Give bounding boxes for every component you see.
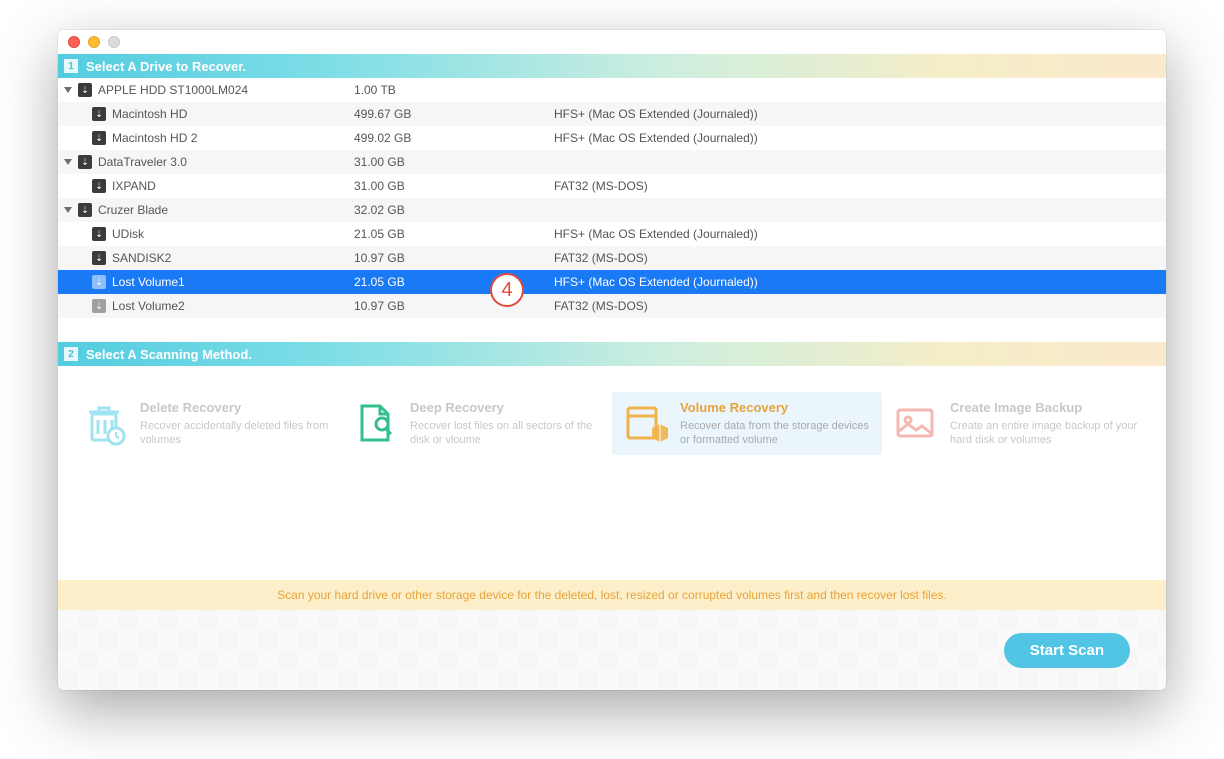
method-desc: Recover data from the storage devices or… bbox=[680, 419, 872, 447]
drive-icon: ⇣ bbox=[92, 275, 106, 289]
app-window: 1 Select A Drive to Recover. ⇣ APPLE HDD … bbox=[58, 30, 1166, 690]
drive-filesystem: FAT32 (MS-DOS) bbox=[554, 251, 1166, 265]
hint-bar: Scan your hard drive or other storage de… bbox=[58, 580, 1166, 610]
section-title-1: Select A Drive to Recover. bbox=[86, 59, 246, 74]
section-method-header: 2 Select A Scanning Method. bbox=[58, 342, 1166, 366]
method-deep-recovery[interactable]: Deep Recovery Recover lost files on all … bbox=[342, 392, 612, 455]
minimize-icon[interactable] bbox=[88, 36, 100, 48]
drive-icon: ⇣ bbox=[92, 107, 106, 121]
drive-row[interactable]: ⇣ SANDISK2 10.97 GBFAT32 (MS-DOS) bbox=[58, 246, 1166, 270]
spacer bbox=[58, 318, 1166, 342]
trash-icon bbox=[82, 400, 128, 446]
start-scan-button[interactable]: Start Scan bbox=[1004, 633, 1130, 668]
drive-list: ⇣ APPLE HDD ST1000LM024 1.00 TB ⇣ Macintosh … bbox=[58, 78, 1166, 318]
drive-size: 31.00 GB bbox=[354, 179, 554, 193]
method-title: Volume Recovery bbox=[680, 400, 872, 415]
drive-row[interactable]: ⇣ Macintosh HD 2 499.02 GBHFS+ (Mac OS Ext… bbox=[58, 126, 1166, 150]
drive-row[interactable]: ⇣ APPLE HDD ST1000LM024 1.00 TB bbox=[58, 78, 1166, 102]
volume-box-icon bbox=[622, 400, 668, 446]
drive-size: 21.05 GB bbox=[354, 275, 554, 289]
method-create-image-backup[interactable]: Create Image Backup Create an entire ima… bbox=[882, 392, 1152, 455]
drive-filesystem: FAT32 (MS-DOS) bbox=[554, 179, 1166, 193]
section-title-2: Select A Scanning Method. bbox=[86, 347, 252, 362]
section-drive-header: 1 Select A Drive to Recover. bbox=[58, 54, 1166, 78]
drive-row[interactable]: ⇣ Cruzer Blade 32.02 GB bbox=[58, 198, 1166, 222]
drive-name: Lost Volume2 bbox=[112, 299, 185, 313]
drive-icon: ⇣ bbox=[78, 203, 92, 217]
annotation-badge-4: 4 bbox=[490, 273, 524, 307]
drive-size: 10.97 GB bbox=[354, 251, 554, 265]
drive-size: 21.05 GB bbox=[354, 227, 554, 241]
drive-name: IXPAND bbox=[112, 179, 156, 193]
close-icon[interactable] bbox=[68, 36, 80, 48]
method-volume-recovery[interactable]: Volume Recovery Recover data from the st… bbox=[612, 392, 882, 455]
drive-name: Macintosh HD 2 bbox=[112, 131, 197, 145]
hint-text: Scan your hard drive or other storage de… bbox=[277, 588, 947, 602]
drive-row[interactable]: ⇣ IXPAND 31.00 GBFAT32 (MS-DOS) bbox=[58, 174, 1166, 198]
method-title: Deep Recovery bbox=[410, 400, 602, 415]
drive-name: Macintosh HD bbox=[112, 107, 187, 121]
method-delete-recovery[interactable]: Delete Recovery Recover accidentally del… bbox=[72, 392, 342, 455]
drive-icon: ⇣ bbox=[92, 251, 106, 265]
disclosure-triangle-icon[interactable] bbox=[64, 159, 72, 165]
drive-filesystem: HFS+ (Mac OS Extended (Journaled)) bbox=[554, 107, 1166, 121]
drive-icon: ⇣ bbox=[92, 179, 106, 193]
section-num-1: 1 bbox=[64, 59, 78, 73]
footer: Start Scan bbox=[58, 610, 1166, 690]
drive-row[interactable]: ⇣ Macintosh HD 499.67 GBHFS+ (Mac OS Exten… bbox=[58, 102, 1166, 126]
drive-filesystem: HFS+ (Mac OS Extended (Journaled)) bbox=[554, 227, 1166, 241]
titlebar bbox=[58, 30, 1166, 54]
section-num-2: 2 bbox=[64, 347, 78, 361]
drive-size: 499.67 GB bbox=[354, 107, 554, 121]
drive-filesystem: HFS+ (Mac OS Extended (Journaled)) bbox=[554, 275, 1166, 289]
image-icon bbox=[892, 400, 938, 446]
maximize-icon[interactable] bbox=[108, 36, 120, 48]
scanning-methods: Delete Recovery Recover accidentally del… bbox=[58, 366, 1166, 469]
drive-size: 1.00 TB bbox=[354, 83, 554, 97]
drive-row[interactable]: ⇣ UDisk 21.05 GBHFS+ (Mac OS Extended (Jou… bbox=[58, 222, 1166, 246]
drive-icon: ⇣ bbox=[78, 83, 92, 97]
pre-footer-area bbox=[58, 469, 1166, 580]
method-title: Delete Recovery bbox=[140, 400, 332, 415]
method-desc: Recover lost files on all sectors of the… bbox=[410, 419, 602, 447]
drive-filesystem: FAT32 (MS-DOS) bbox=[554, 299, 1166, 313]
drive-icon: ⇣ bbox=[92, 299, 106, 313]
drive-name: APPLE HDD ST1000LM024 bbox=[98, 83, 248, 97]
drive-size: 32.02 GB bbox=[354, 203, 554, 217]
method-title: Create Image Backup bbox=[950, 400, 1142, 415]
method-desc: Recover accidentally deleted files from … bbox=[140, 419, 332, 447]
drive-size: 10.97 GB bbox=[354, 299, 554, 313]
drive-size: 499.02 GB bbox=[354, 131, 554, 145]
disclosure-triangle-icon[interactable] bbox=[64, 87, 72, 93]
document-search-icon bbox=[352, 400, 398, 446]
drive-name: Lost Volume1 bbox=[112, 275, 185, 289]
drive-name: UDisk bbox=[112, 227, 144, 241]
method-desc: Create an entire image backup of your ha… bbox=[950, 419, 1142, 447]
drive-name: Cruzer Blade bbox=[98, 203, 168, 217]
disclosure-triangle-icon[interactable] bbox=[64, 207, 72, 213]
drive-icon: ⇣ bbox=[78, 155, 92, 169]
drive-row[interactable]: ⇣ Lost Volume2 10.97 GBFAT32 (MS-DOS) bbox=[58, 294, 1166, 318]
drive-size: 31.00 GB bbox=[354, 155, 554, 169]
drive-filesystem: HFS+ (Mac OS Extended (Journaled)) bbox=[554, 131, 1166, 145]
drive-icon: ⇣ bbox=[92, 227, 106, 241]
drive-row[interactable]: ⇣ DataTraveler 3.0 31.00 GB bbox=[58, 150, 1166, 174]
drive-icon: ⇣ bbox=[92, 131, 106, 145]
drive-name: DataTraveler 3.0 bbox=[98, 155, 187, 169]
drive-name: SANDISK2 bbox=[112, 251, 171, 265]
drive-row[interactable]: ⇣ Lost Volume1 21.05 GBHFS+ (Mac OS Extend… bbox=[58, 270, 1166, 294]
